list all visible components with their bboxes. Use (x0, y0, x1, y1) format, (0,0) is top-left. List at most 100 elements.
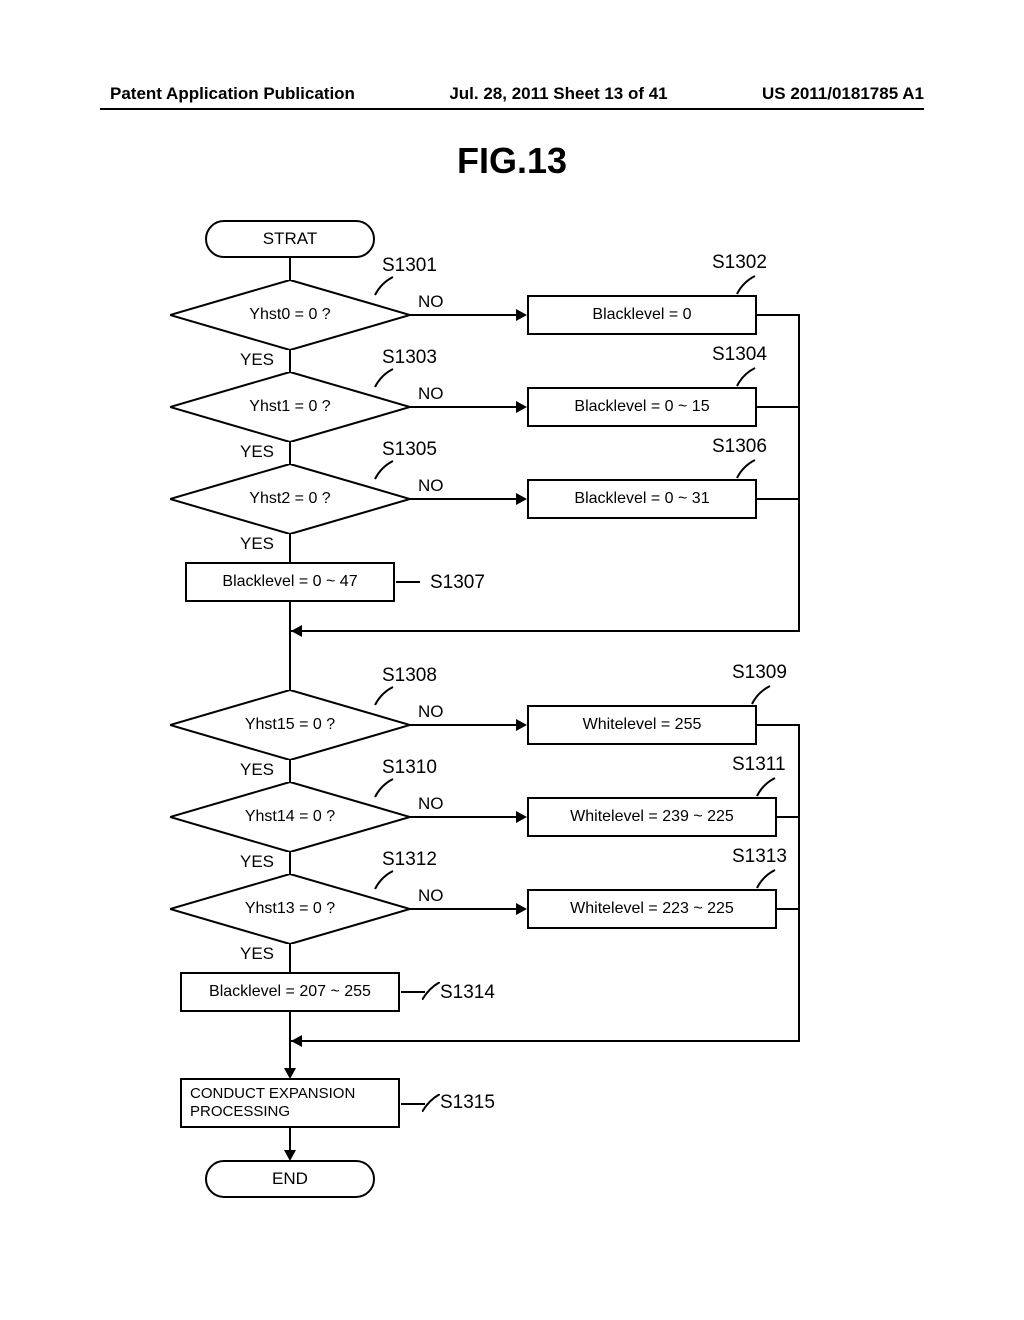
process-text: Whitelevel = 223 ~ 225 (570, 900, 734, 918)
connector (757, 724, 800, 726)
connector (410, 724, 518, 726)
ref-s1303: S1303 (382, 347, 437, 369)
leader-icon (422, 982, 440, 1005)
connector (798, 314, 800, 630)
label-yes: YES (240, 534, 274, 554)
connector (757, 498, 800, 500)
connector (289, 630, 291, 690)
flowchart: STRAT Yhst0 = 0 ? S1301 NO Blacklevel = … (100, 210, 920, 1270)
label-no: NO (418, 702, 444, 722)
ref-s1309: S1309 (732, 662, 787, 684)
process-s1304: Blacklevel = 0 ~ 15 (527, 387, 757, 427)
connector (798, 724, 800, 1040)
leader-icon (735, 366, 757, 388)
process-text: Whitelevel = 239 ~ 225 (570, 808, 734, 826)
arrow-left-icon (291, 625, 302, 637)
connector (289, 1040, 291, 1070)
connector (289, 1128, 291, 1152)
arrow-right-icon (516, 493, 527, 505)
process-text: Blacklevel = 207 ~ 255 (209, 983, 371, 1001)
leader-icon (735, 274, 757, 296)
ref-s1312: S1312 (382, 849, 437, 871)
leader-icon (755, 868, 777, 890)
label-yes: YES (240, 944, 274, 964)
ref-s1306: S1306 (712, 436, 767, 458)
connector (757, 406, 800, 408)
process-s1315: CONDUCT EXPANSION PROCESSING (180, 1078, 400, 1128)
ref-s1308: S1308 (382, 665, 437, 687)
leader-icon (755, 776, 777, 798)
ref-s1302: S1302 (712, 252, 767, 274)
process-s1311: Whitelevel = 239 ~ 225 (527, 797, 777, 837)
terminator-start-label: STRAT (263, 229, 317, 249)
connector (289, 350, 291, 372)
arrow-right-icon (516, 309, 527, 321)
terminator-start: STRAT (205, 220, 375, 258)
connector (289, 534, 291, 562)
connector (396, 581, 420, 583)
label-yes: YES (240, 350, 274, 370)
ref-s1301: S1301 (382, 255, 437, 277)
leader-icon (750, 684, 772, 706)
ref-s1313: S1313 (732, 846, 787, 868)
leader-icon (373, 777, 395, 799)
connector (289, 852, 291, 874)
process-text: Whitelevel = 255 (583, 716, 702, 734)
process-text: Blacklevel = 0 ~ 47 (222, 573, 357, 591)
connector (757, 314, 800, 316)
page: Patent Application Publication Jul. 28, … (0, 0, 1024, 1320)
connector (410, 406, 518, 408)
figure-title: FIG.13 (0, 140, 1024, 182)
connector (410, 816, 518, 818)
terminator-end-label: END (272, 1169, 308, 1189)
arrow-right-icon (516, 811, 527, 823)
process-text: Blacklevel = 0 (592, 306, 691, 324)
process-s1306: Blacklevel = 0 ~ 31 (527, 479, 757, 519)
header-center: Jul. 28, 2011 Sheet 13 of 41 (449, 84, 667, 104)
label-yes: YES (240, 760, 274, 780)
connector (410, 314, 518, 316)
leader-icon (422, 1094, 440, 1117)
label-yes: YES (240, 852, 274, 872)
terminator-end: END (205, 1160, 375, 1198)
connector (410, 498, 518, 500)
label-no: NO (418, 886, 444, 906)
label-no: NO (418, 384, 444, 404)
ref-s1305: S1305 (382, 439, 437, 461)
label-no: NO (418, 794, 444, 814)
process-text: Blacklevel = 0 ~ 15 (574, 398, 709, 416)
ref-s1310: S1310 (382, 757, 437, 779)
ref-s1311: S1311 (732, 754, 786, 776)
process-s1309: Whitelevel = 255 (527, 705, 757, 745)
process-s1314: Blacklevel = 207 ~ 255 (180, 972, 400, 1012)
ref-s1315: S1315 (440, 1092, 495, 1114)
label-yes: YES (240, 442, 274, 462)
ref-s1314: S1314 (440, 982, 495, 1004)
process-text: CONDUCT EXPANSION PROCESSING (190, 1085, 390, 1121)
leader-icon (373, 367, 395, 389)
process-s1307: Blacklevel = 0 ~ 47 (185, 562, 395, 602)
connector (291, 630, 800, 632)
connector (289, 258, 291, 280)
process-s1302: Blacklevel = 0 (527, 295, 757, 335)
connector (410, 908, 518, 910)
connector (289, 760, 291, 782)
connector (291, 1040, 800, 1042)
process-text: Blacklevel = 0 ~ 31 (574, 490, 709, 508)
arrow-right-icon (516, 719, 527, 731)
arrow-right-icon (516, 903, 527, 915)
arrow-left-icon (291, 1035, 302, 1047)
connector (777, 908, 800, 910)
label-no: NO (418, 476, 444, 496)
leader-icon (373, 869, 395, 891)
header-right: US 2011/0181785 A1 (762, 84, 924, 104)
connector (777, 816, 800, 818)
leader-icon (735, 458, 757, 480)
leader-icon (373, 275, 395, 297)
ref-s1307: S1307 (430, 572, 485, 594)
process-s1313: Whitelevel = 223 ~ 225 (527, 889, 777, 929)
page-header: Patent Application Publication Jul. 28, … (0, 84, 1024, 104)
ref-s1304: S1304 (712, 344, 767, 366)
leader-icon (373, 685, 395, 707)
connector (289, 442, 291, 464)
